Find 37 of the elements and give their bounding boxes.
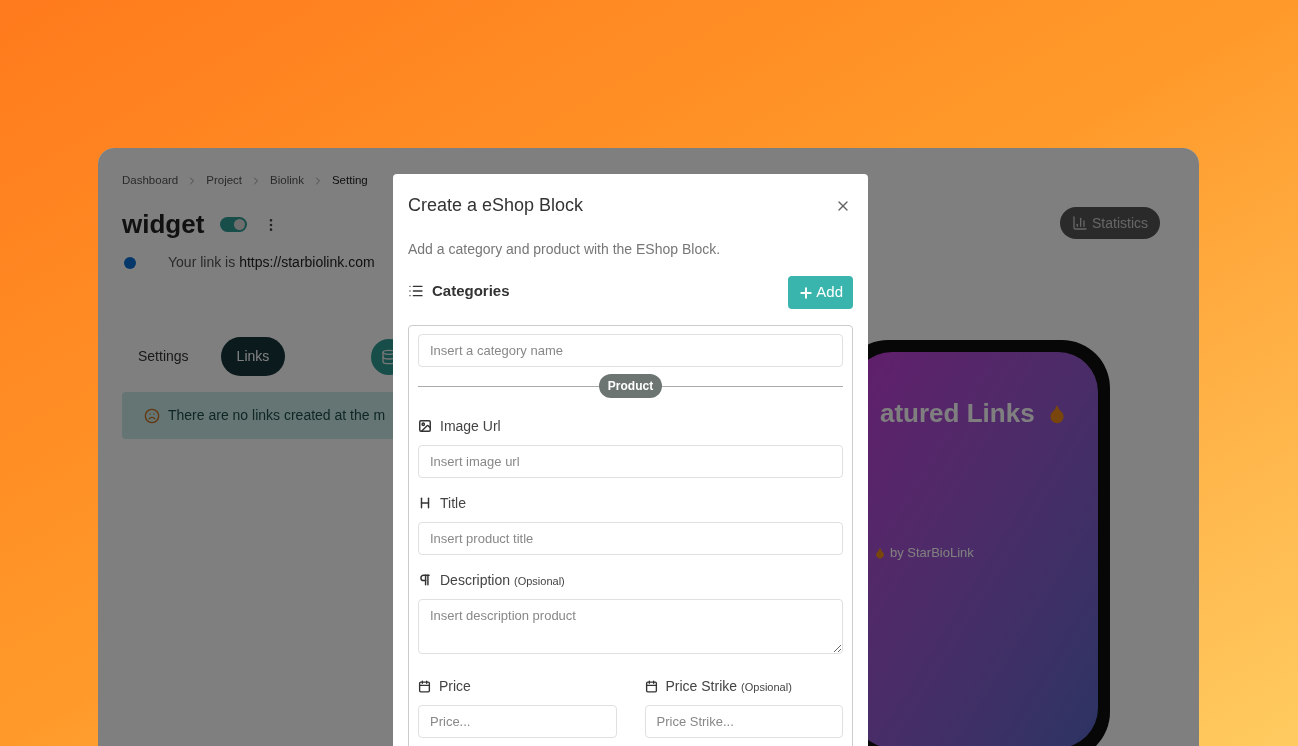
- bar-chart-icon: [1072, 215, 1088, 231]
- breadcrumb-link[interactable]: Project: [206, 172, 243, 190]
- phone-footer: by StarBioLink: [890, 543, 974, 563]
- text-input[interactable]: Insert image url: [418, 445, 843, 478]
- sad-face-icon: [144, 407, 160, 424]
- tab[interactable]: Settings: [122, 337, 205, 377]
- calendar-icon: [644, 679, 658, 693]
- price-input[interactable]: Price...: [418, 705, 617, 738]
- breadcrumb-link[interactable]: Setting: [331, 172, 368, 190]
- field-label: Price: [439, 676, 471, 696]
- toggle-switch[interactable]: [220, 217, 248, 233]
- section-label: Categories: [432, 281, 510, 301]
- price-input[interactable]: Price Strike...: [644, 705, 843, 738]
- breadcrumb-link[interactable]: Biolink: [270, 172, 304, 190]
- picture-icon: [418, 419, 432, 433]
- statistics-button[interactable]: Statistics: [1060, 207, 1160, 239]
- heading-icon: [418, 496, 432, 510]
- field-label: Title: [440, 493, 466, 513]
- description-textarea[interactable]: Insert description product: [418, 599, 843, 654]
- text-input[interactable]: Insert product title: [418, 522, 843, 555]
- modal-subtitle: Add a category and product with the EShop Block.: [408, 240, 722, 259]
- modal-title: Create a eShop Block: [408, 194, 584, 217]
- product-pill: Product: [598, 374, 663, 398]
- field-label: Image Url: [440, 416, 501, 436]
- field-label: Description (Opsional): [440, 570, 565, 590]
- page-title: widget: [122, 208, 205, 242]
- category-input[interactable]: Insert a category name: [418, 334, 843, 367]
- phone-heading: atured Links: [880, 397, 1035, 430]
- pilcrow-icon: [418, 573, 432, 587]
- alert-text: There are no links created at the m: [168, 406, 386, 426]
- add-button[interactable]: Add: [788, 276, 853, 309]
- link-url[interactable]: https://starbiolink.com: [239, 252, 375, 274]
- calendar-icon: [418, 679, 431, 693]
- breadcrumb-link[interactable]: Dashboard: [122, 172, 179, 190]
- tab[interactable]: Links: [220, 337, 286, 377]
- link-label: Your link is: [168, 253, 236, 273]
- field-label: Price Strike (Opsional): [665, 676, 792, 696]
